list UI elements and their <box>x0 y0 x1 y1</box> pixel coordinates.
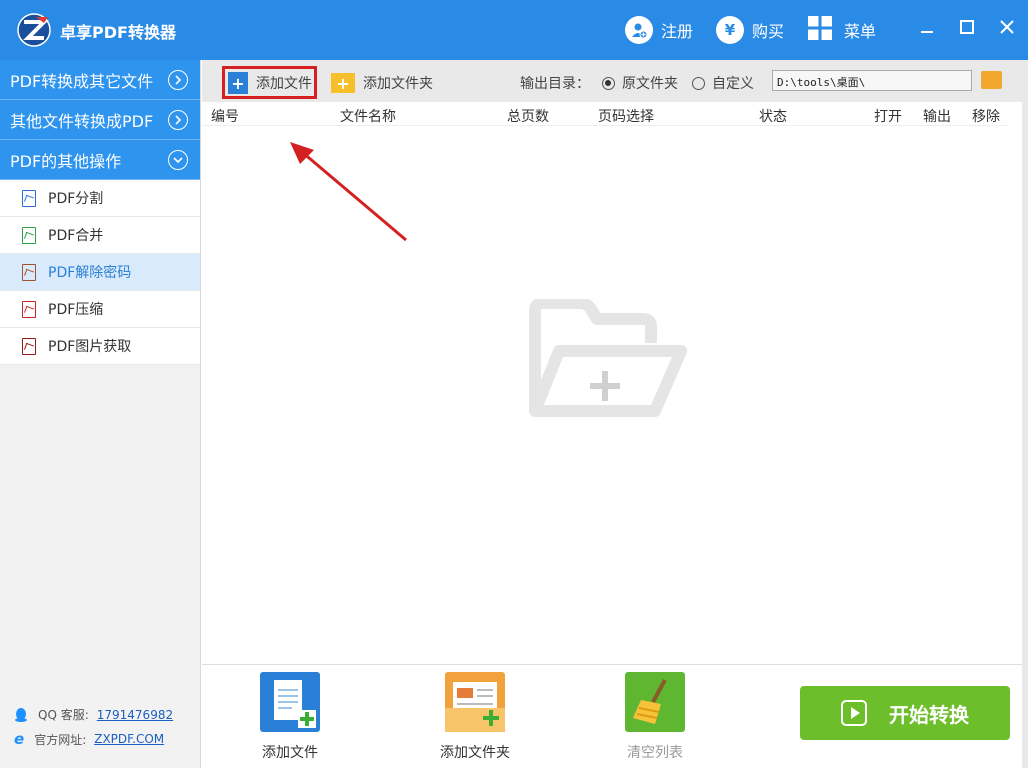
section-label: PDF的其他操作 <box>10 151 122 171</box>
sidebar-item-pdf-image-extract[interactable]: PDF图片获取 <box>0 328 200 365</box>
clear-list-button[interactable]: 清空列表 <box>595 672 715 762</box>
col-header: 文件名称 <box>340 109 396 125</box>
menu-label: 菜单 <box>844 22 877 41</box>
bottom-add-folder-button[interactable]: 添加文件夹 <box>415 672 535 762</box>
add-folder-icon <box>445 672 505 732</box>
section-label: PDF转换成其它文件 <box>10 71 154 91</box>
bottom-add-file-button[interactable]: 添加文件 <box>230 672 350 762</box>
pdf-icon <box>22 189 36 207</box>
title-bar: 卓享PDF转换器 注册 ¥ 购买 菜单 <box>0 0 1028 60</box>
sidebar-section-pdf-to-other[interactable]: PDF转换成其它文件 <box>0 60 200 100</box>
empty-folder-icon[interactable] <box>525 299 687 417</box>
col-header: 状态 <box>759 109 787 125</box>
radio-selected-icon <box>602 76 615 90</box>
radio-icon <box>692 76 705 90</box>
pdf-icon <box>22 337 36 355</box>
highlight-box <box>222 66 317 99</box>
qq-number-link[interactable]: 1791476982 <box>97 708 173 722</box>
user-add-icon <box>625 16 653 44</box>
add-file-icon <box>260 672 320 732</box>
browse-folder-icon[interactable] <box>981 71 1002 89</box>
radio-custom[interactable]: 自定义 <box>692 73 754 93</box>
radio-label: 原文件夹 <box>622 76 678 92</box>
chevron-right-icon <box>168 70 188 90</box>
pdf-icon <box>22 300 36 318</box>
maximize-button[interactable] <box>954 14 980 40</box>
play-icon <box>841 700 867 726</box>
col-header: 页码选择 <box>598 109 654 125</box>
scrollbar[interactable] <box>1022 60 1028 768</box>
add-folder-button[interactable]: + 添加文件夹 <box>331 68 433 98</box>
ie-icon: e <box>14 730 25 748</box>
close-icon <box>1000 20 1014 34</box>
app-title: 卓享PDF转换器 <box>60 23 176 42</box>
grid-menu-icon <box>808 16 832 44</box>
output-dir-label: 输出目录： <box>520 76 590 92</box>
pdf-icon <box>22 263 36 281</box>
sidebar-item-label: PDF压缩 <box>48 302 104 318</box>
sidebar-item-pdf-merge[interactable]: PDF合并 <box>0 217 200 254</box>
start-convert-label: 开始转换 <box>889 702 969 727</box>
chevron-down-icon <box>168 150 188 170</box>
add-folder-label: 添加文件夹 <box>363 76 433 92</box>
qq-icon <box>15 707 27 722</box>
maximize-icon <box>960 20 974 34</box>
red-arrow-icon <box>290 142 407 242</box>
bottom-add-folder-label: 添加文件夹 <box>440 745 510 761</box>
sidebar: PDF转换成其它文件 其他文件转换成PDF PDF的其他操作 PDF分割 PDF… <box>0 60 201 768</box>
clear-list-label: 清空列表 <box>627 745 683 761</box>
sidebar-section-pdf-other-ops[interactable]: PDF的其他操作 <box>0 140 200 180</box>
add-folder-icon: + <box>331 73 355 93</box>
buy-label: 购买 <box>752 22 785 41</box>
radio-source-folder[interactable]: 原文件夹 <box>602 73 678 93</box>
col-header: 打开 <box>874 109 902 125</box>
col-header: 总页数 <box>507 109 549 125</box>
sidebar-item-label: PDF分割 <box>48 191 104 207</box>
output-path-input[interactable]: D:\tools\桌面\ <box>772 70 972 91</box>
minimize-icon <box>921 31 933 33</box>
site-label: 官方网址: <box>34 732 87 747</box>
minimize-button[interactable] <box>914 14 940 40</box>
site-link[interactable]: ZXPDF.COM <box>94 732 164 746</box>
sidebar-item-pdf-compress[interactable]: PDF压缩 <box>0 291 200 328</box>
section-label: 其他文件转换成PDF <box>10 111 154 131</box>
buy-button[interactable]: ¥ 购买 <box>716 15 784 45</box>
broom-icon <box>625 672 685 732</box>
menu-button[interactable]: 菜单 <box>808 15 876 45</box>
bottom-add-file-label: 添加文件 <box>262 745 318 761</box>
register-label: 注册 <box>661 22 694 41</box>
file-table-header: 编号 文件名称 总页数 页码选择 状态 打开 输出 移除 <box>202 102 1008 126</box>
close-button[interactable] <box>994 14 1020 40</box>
qq-label: QQ 客服: <box>38 708 89 722</box>
col-header: 输出 <box>923 109 951 125</box>
chevron-right-icon <box>168 110 188 130</box>
register-button[interactable]: 注册 <box>625 15 693 45</box>
sidebar-item-pdf-split[interactable]: PDF分割 <box>0 180 200 217</box>
col-header: 移除 <box>972 109 1000 125</box>
qq-support: QQ 客服: 1791476982 <box>14 706 173 723</box>
sidebar-item-label: PDF合并 <box>48 228 104 244</box>
sidebar-section-other-to-pdf[interactable]: 其他文件转换成PDF <box>0 100 200 140</box>
col-header: 编号 <box>211 109 239 125</box>
pdf-icon <box>22 226 36 244</box>
sidebar-item-label: PDF图片获取 <box>48 339 132 355</box>
app-logo-icon <box>17 13 51 47</box>
yen-icon: ¥ <box>716 16 744 44</box>
sidebar-item-label: PDF解除密码 <box>48 265 132 281</box>
official-site: e 官方网址: ZXPDF.COM <box>14 730 164 748</box>
start-convert-button[interactable]: 开始转换 <box>800 686 1010 740</box>
sidebar-item-pdf-unlock[interactable]: PDF解除密码 <box>0 254 200 291</box>
radio-label: 自定义 <box>712 76 754 92</box>
